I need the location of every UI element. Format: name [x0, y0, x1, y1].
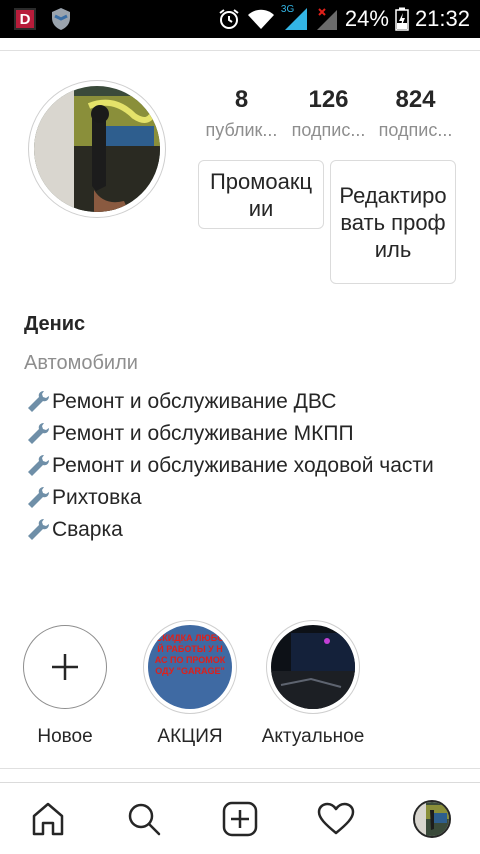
battery-percent: 24% [344, 6, 389, 31]
search-icon [128, 803, 161, 835]
bio-line: Ремонт и обслуживание ДВС [24, 386, 464, 418]
highlight-aktualnoe[interactable]: Актуальное [253, 620, 373, 748]
bio-line: Рихтовка [24, 482, 464, 514]
edit-profile-button[interactable]: Редактировать профиль [330, 160, 456, 284]
highlight-cover-image [271, 625, 355, 709]
bio-line: Сварка [24, 514, 464, 546]
profile-avatar[interactable] [28, 80, 166, 218]
content-divider [0, 768, 480, 769]
followers-label: подпис... [291, 120, 366, 140]
alarm-icon [219, 9, 239, 29]
following-count: 824 [395, 86, 436, 113]
bio-line: Ремонт и обслуживание ходовой части [24, 450, 464, 482]
posts-label: публик... [205, 120, 278, 140]
signal-3g-icon: 3G [281, 4, 309, 32]
nav-search[interactable] [114, 789, 174, 849]
profile-avatar-icon [413, 799, 451, 838]
wrench-icon [28, 487, 49, 508]
new-highlight-circle[interactable] [23, 625, 107, 709]
followers-count: 126 [308, 86, 349, 113]
stat-posts[interactable]: 8 публик... [198, 86, 285, 141]
highlight-label: АКЦИЯ [157, 726, 223, 747]
highlight-cover[interactable] [266, 620, 360, 714]
wrench-icon [28, 455, 49, 476]
profile-stats: 8 публик... 126 подпис... 824 подпис... [198, 86, 460, 141]
profile-category: Автомобили [24, 352, 138, 374]
wrench-icon [28, 423, 49, 444]
nav-profile[interactable] [402, 789, 462, 849]
highlight-cover[interactable]: СКИДКА ЛЮБОЙ РАБОТЫ У НАС ПО ПРОМОКОДУ "… [143, 620, 237, 714]
nav-add-post[interactable] [210, 789, 270, 849]
posts-count: 8 [234, 86, 249, 113]
app-notification-icon: D [14, 8, 36, 30]
bottom-navigation [0, 782, 480, 854]
highlight-label: Актуальное [261, 726, 365, 747]
bio-line: Ремонт и обслуживание МКПП [24, 418, 464, 450]
highlight-akcia[interactable]: СКИДКА ЛЮБОЙ РАБОТЫ У НАС ПО ПРОМОКОДУ "… [130, 620, 250, 748]
header-divider [0, 50, 480, 51]
promotions-button[interactable]: Промоакции [198, 160, 324, 229]
following-label: подпис... [378, 120, 453, 140]
plus-icon [52, 654, 78, 680]
home-icon [32, 802, 64, 835]
avatar-photo [34, 86, 160, 212]
highlight-cover-image: СКИДКА ЛЮБОЙ РАБОТЫ У НАС ПО ПРОМОКОДУ "… [148, 625, 232, 709]
status-bar: D 3G 24% 21:32 [0, 0, 480, 38]
highlight-new[interactable]: Новое [5, 620, 125, 748]
add-post-icon [222, 801, 258, 836]
nav-home[interactable] [18, 789, 78, 849]
highlight-overlay-text: СКИДКА ЛЮБОЙ РАБОТЫ У НАС ПО ПРОМОКОДУ "… [154, 633, 226, 676]
profile-name: Денис [24, 313, 86, 335]
highlight-label: Новое [37, 726, 93, 747]
stat-following[interactable]: 824 подпис... [372, 86, 459, 141]
stat-followers[interactable]: 126 подпис... [285, 86, 372, 141]
shield-icon [52, 8, 70, 30]
profile-bio: Ремонт и обслуживание ДВС Ремонт и обслу… [24, 386, 464, 546]
bio-line-text: Рихтовка [52, 486, 142, 509]
clock: 21:32 [414, 6, 470, 31]
heart-icon [317, 802, 355, 834]
nav-activity[interactable] [306, 789, 366, 849]
battery-charging-icon [395, 7, 409, 31]
wrench-icon [28, 519, 49, 540]
bio-line-text: Ремонт и обслуживание ДВС [52, 390, 337, 413]
bio-line-text: Сварка [52, 518, 123, 541]
bio-line-text: Ремонт и обслуживание МКПП [52, 422, 354, 445]
bio-line-text: Ремонт и обслуживание ходовой части [52, 454, 434, 477]
wrench-icon [28, 391, 49, 412]
signal-no-service-icon [316, 8, 337, 30]
wifi-icon [247, 9, 274, 29]
